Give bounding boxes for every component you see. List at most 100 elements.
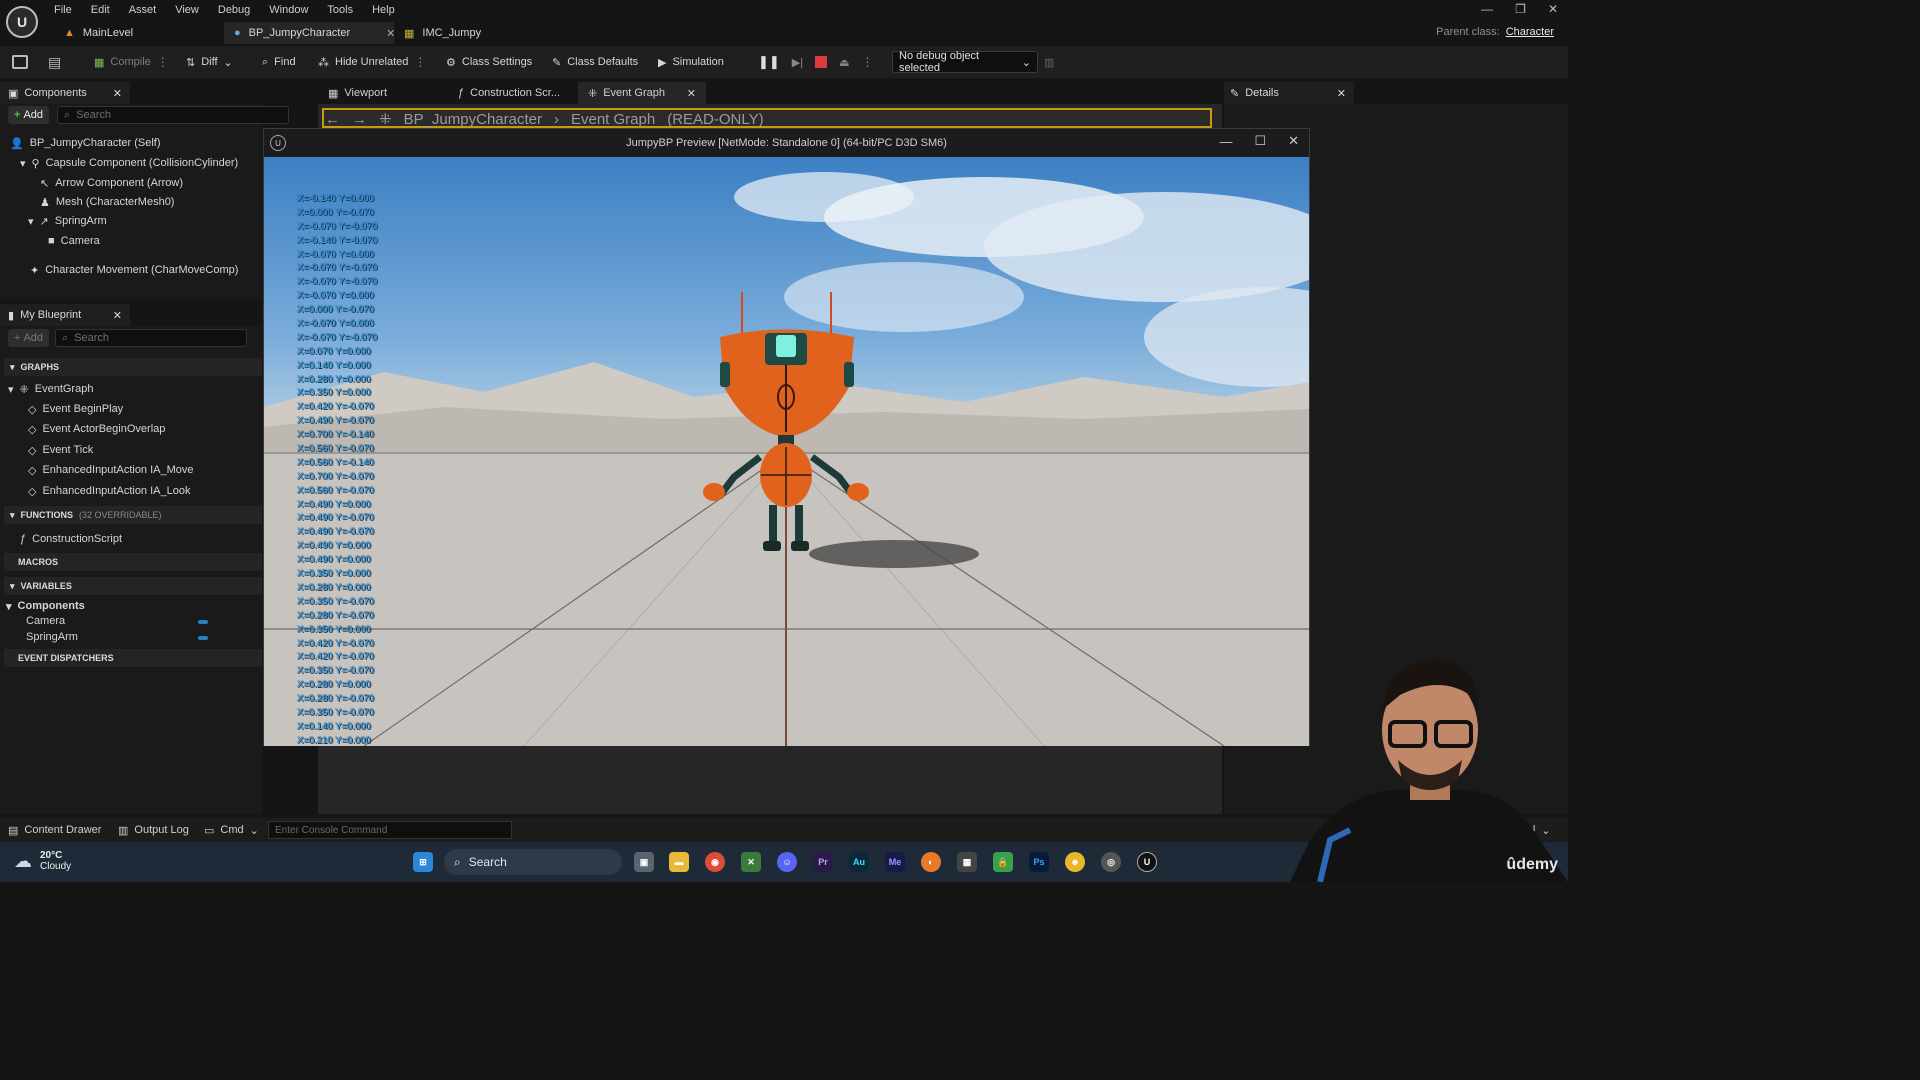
tab-mainlevel[interactable]: ▲ MainLevel xyxy=(54,22,224,44)
search-icon: ⌕ xyxy=(62,331,69,344)
function-item[interactable]: ƒ ConstructionScript xyxy=(20,530,122,548)
media-encoder-icon[interactable]: Me xyxy=(885,852,905,872)
add-component-button[interactable]: + Add xyxy=(8,106,50,124)
more-icon[interactable]: ⋮ xyxy=(414,55,426,69)
tab-construction-script[interactable]: ƒ Construction Scr... xyxy=(448,82,578,104)
event-item[interactable]: ◇ EnhancedInputAction IA_Move xyxy=(28,461,194,479)
diff-button[interactable]: ⇅ Diff ⌄ xyxy=(186,46,233,78)
tab-label: BP_JumpyCharacter xyxy=(248,27,351,39)
menu-view[interactable]: View xyxy=(175,4,199,16)
instructor-video xyxy=(1290,660,1568,882)
event-item[interactable]: ◇ Event ActorBeginOverlap xyxy=(28,420,165,438)
windows-start-icon[interactable]: ⊞ xyxy=(413,852,433,872)
restore-icon[interactable]: ❐ xyxy=(1515,2,1526,16)
component-capsule[interactable]: ▾ ⚲ Capsule Component (CollisionCylinder… xyxy=(20,154,238,172)
photoshop-icon[interactable]: Ps xyxy=(1029,852,1049,872)
menu-file[interactable]: File xyxy=(54,4,72,16)
lock-icon[interactable]: 🔒 xyxy=(993,852,1013,872)
menu-debug[interactable]: Debug xyxy=(218,4,250,16)
save-icon[interactable] xyxy=(12,46,28,78)
tab-bp-jumpycharacter[interactable]: ● BP_JumpyCharacter ✕ xyxy=(224,22,395,44)
maximize-icon[interactable]: ☐ xyxy=(1254,133,1266,149)
blender-icon[interactable]: ◐ xyxy=(921,852,941,872)
tab-imc-jumpy[interactable]: ▦ IMC_Jumpy xyxy=(394,22,514,44)
debug-filter-icon[interactable]: ▥ xyxy=(1044,46,1054,78)
graphs-section[interactable]: ▾ GRAPHS xyxy=(4,358,262,376)
console-input[interactable]: Enter Console Command xyxy=(268,821,512,839)
parent-class-link[interactable]: Character xyxy=(1506,26,1554,38)
details-panel-header: ✎ Details ✕ xyxy=(1224,82,1354,104)
task-view-icon[interactable]: ▣ xyxy=(634,852,654,872)
component-arrow[interactable]: ↖ Arrow Component (Arrow) xyxy=(40,174,183,192)
blueprint-search-input[interactable]: ⌕ Search xyxy=(55,329,248,347)
debug-print-line: X=0.490 Y=-0.070 xyxy=(297,415,374,427)
eject-icon[interactable]: ⏏ xyxy=(839,56,849,69)
menu-help[interactable]: Help xyxy=(372,4,395,16)
close-icon[interactable]: ✕ xyxy=(687,87,696,100)
close-icon[interactable]: ✕ xyxy=(113,309,122,322)
xbox-icon[interactable]: ✕ xyxy=(741,852,761,872)
component-self[interactable]: 👤 BP_JumpyCharacter (Self) xyxy=(10,134,161,152)
menu-window[interactable]: Window xyxy=(269,4,308,16)
frame-advance-icon[interactable]: ▶| xyxy=(792,56,803,69)
browse-icon[interactable]: ▤ xyxy=(48,46,61,78)
event-item[interactable]: ◇ EnhancedInputAction IA_Look xyxy=(28,482,190,500)
close-icon[interactable]: ✕ xyxy=(1288,133,1299,149)
stop-icon[interactable] xyxy=(815,56,828,68)
component-camera[interactable]: ■ Camera xyxy=(48,232,100,250)
more-icon[interactable]: ⋮ xyxy=(157,55,169,69)
output-log-button[interactable]: ▥ Output Log xyxy=(118,818,189,842)
close-icon[interactable]: ✕ xyxy=(1337,87,1346,100)
components-search-input[interactable]: ⌕ Search xyxy=(57,106,290,124)
premiere-icon[interactable]: Pr xyxy=(813,852,833,872)
app-icon[interactable]: ☻ xyxy=(1065,852,1085,872)
close-icon[interactable]: ✕ xyxy=(1548,2,1558,16)
functions-section[interactable]: ▾ FUNCTIONS (32 OVERRIDABLE) xyxy=(4,506,262,524)
simulation-button[interactable]: ▶ Simulation xyxy=(658,46,724,78)
back-icon[interactable]: ← xyxy=(325,111,340,128)
hide-unrelated-button[interactable]: ⁂ Hide Unrelated ⋮ xyxy=(318,46,426,78)
weather-widget[interactable]: ☁ 20°C Cloudy xyxy=(14,850,71,872)
tab-event-graph[interactable]: ⁜ Event Graph ✕ xyxy=(578,82,706,104)
menu-tools[interactable]: Tools xyxy=(327,4,353,16)
compile-button[interactable]: ▦ Compile ⋮ xyxy=(94,46,169,78)
debug-object-select[interactable]: No debug object selected ⌄ xyxy=(892,50,1038,74)
discord-icon[interactable]: ☺ xyxy=(777,852,797,872)
clapper-icon[interactable]: ▦ xyxy=(957,852,977,872)
game-viewport[interactable]: X=-0.140 Y=0.000 X=0.000 Y=-0.070 X=-0.070… xyxy=(264,157,1309,746)
pause-icon[interactable]: ❚❚ xyxy=(758,54,780,70)
component-mesh[interactable]: ♟ Mesh (CharacterMesh0) xyxy=(40,193,174,211)
menu-edit[interactable]: Edit xyxy=(91,4,110,16)
audition-icon[interactable]: Au xyxy=(849,852,869,872)
file-explorer-icon[interactable]: ▬ xyxy=(669,852,689,872)
component-character-movement[interactable]: ✦ Character Movement (CharMoveComp) xyxy=(30,261,238,279)
add-member-button[interactable]: + Add xyxy=(8,329,50,347)
chrome-icon[interactable]: ◉ xyxy=(705,852,725,872)
component-springarm[interactable]: ▾ ↗ SpringArm xyxy=(28,212,107,230)
event-item[interactable]: ◇ Event BeginPlay xyxy=(28,400,123,418)
unreal-logo-icon[interactable]: U xyxy=(6,6,38,38)
event-dispatchers-section[interactable]: EVENT DISPATCHERS xyxy=(4,649,262,667)
minimize-icon[interactable]: — xyxy=(1219,134,1232,149)
forward-icon[interactable]: → xyxy=(352,111,367,128)
variables-section[interactable]: ▾ VARIABLES xyxy=(4,577,262,595)
class-settings-button[interactable]: ⚙ Class Settings xyxy=(446,46,532,78)
obs-icon[interactable]: ◎ xyxy=(1101,852,1121,872)
taskbar-search[interactable]: ⌕ Search xyxy=(444,849,622,875)
debug-print-line: X=0.490 Y=0.000 xyxy=(297,554,371,566)
event-item[interactable]: ◇ Event Tick xyxy=(28,441,93,459)
event-graph-item[interactable]: ▾ ⁜ EventGraph xyxy=(8,380,93,398)
close-icon[interactable]: ✕ xyxy=(113,87,122,100)
macros-section[interactable]: MACROS xyxy=(4,553,262,571)
unreal-logo-icon[interactable]: U xyxy=(1137,852,1157,872)
content-drawer-button[interactable]: ▤ Content Drawer xyxy=(8,818,101,842)
tab-viewport[interactable]: ▦ Viewport xyxy=(318,82,448,104)
class-defaults-button[interactable]: ✎ Class Defaults xyxy=(552,46,638,78)
minimize-icon[interactable]: — xyxy=(1481,2,1493,16)
menu-asset[interactable]: Asset xyxy=(129,4,157,16)
variable-item[interactable]: SpringArm xyxy=(26,628,78,646)
find-button[interactable]: ⌕ Find xyxy=(262,46,296,78)
debug-print-line: X=0.490 Y=-0.070 xyxy=(297,526,374,538)
more-icon[interactable]: ⋮ xyxy=(862,55,874,69)
cmd-button[interactable]: ▭ Cmd ⌄ xyxy=(204,818,259,842)
